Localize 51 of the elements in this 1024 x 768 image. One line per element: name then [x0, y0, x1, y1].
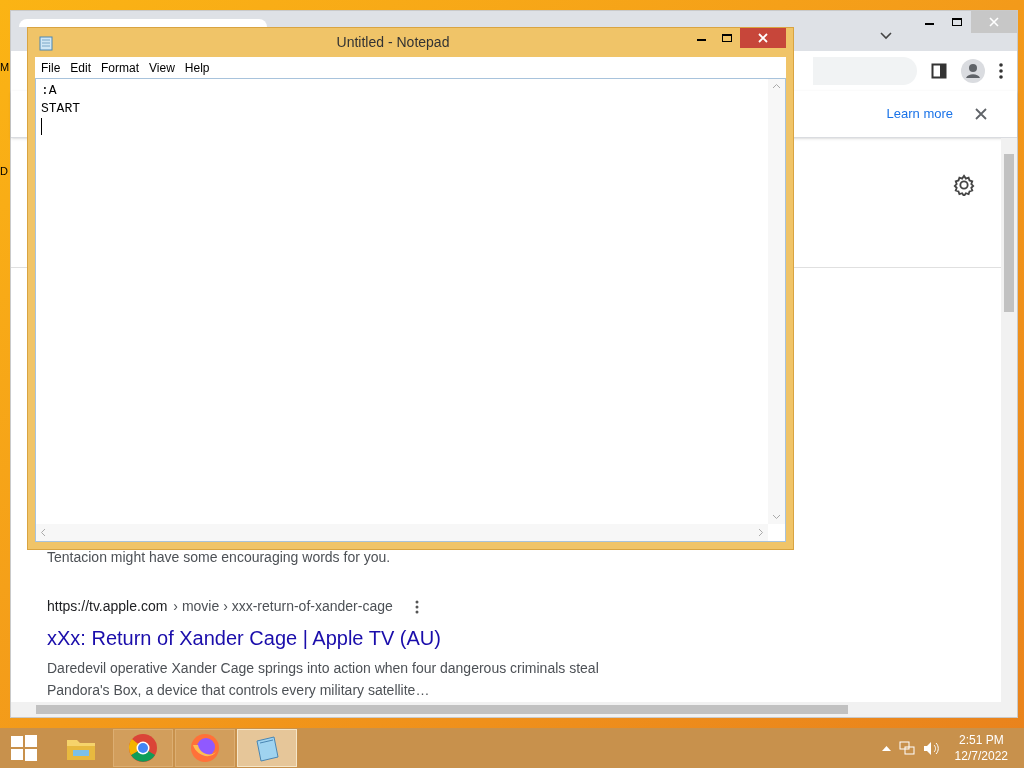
- result-breadcrumb: › movie › xxx-return-of-xander-cage: [173, 597, 393, 616]
- vertical-scrollbar[interactable]: [768, 79, 785, 524]
- windows-icon: [11, 735, 37, 761]
- menu-item[interactable]: View: [145, 58, 179, 77]
- taskbar-app-button[interactable]: [175, 729, 235, 767]
- scrollbar-thumb[interactable]: [1004, 154, 1014, 312]
- firefox-icon: [190, 733, 220, 763]
- profile-icon[interactable]: [961, 59, 985, 83]
- window-title: Untitled - Notepad: [336, 33, 450, 52]
- network-icon[interactable]: [898, 740, 915, 756]
- desktop-icon-label: M: [0, 60, 10, 75]
- settings-icon[interactable]: [953, 174, 975, 196]
- minimize-icon: [696, 39, 706, 41]
- vertical-scrollbar[interactable]: [1001, 138, 1017, 702]
- result-snippet: Tentacion might have some encouraging words for you.: [47, 548, 392, 567]
- more-icon[interactable]: [999, 63, 1003, 79]
- menu-item[interactable]: Help: [180, 58, 214, 77]
- chrome-icon: [128, 733, 158, 763]
- horizontal-scrollbar[interactable]: [11, 702, 1017, 717]
- result-snippet: Daredevil operative Xander Cage springs into action when four dangerous criminals steal Pandora's Box, a device that controls every military satellite…: [47, 659, 600, 700]
- taskbar-app-button[interactable]: [113, 729, 173, 767]
- maximize-icon: [952, 18, 962, 26]
- chevron-right-icon[interactable]: [758, 528, 764, 537]
- menu-item[interactable]: File: [37, 58, 65, 77]
- result-title-link[interactable]: xXx: Return of Xander Cage | Apple TV (AU): [47, 623, 1001, 653]
- menu-item[interactable]: Format: [97, 58, 144, 77]
- chevron-up-icon[interactable]: [772, 83, 781, 89]
- close-button[interactable]: [740, 28, 786, 48]
- close-icon: [989, 17, 999, 27]
- horizontal-scrollbar[interactable]: [36, 524, 768, 541]
- desktop-icon-label: D: [0, 164, 8, 179]
- speaker-icon[interactable]: [922, 740, 939, 756]
- chevron-down-icon[interactable]: [880, 32, 892, 40]
- minimize-icon: [924, 23, 934, 25]
- clock-time: 2:51 PM: [958, 732, 1004, 748]
- close-icon: [758, 33, 768, 43]
- scrollbar-thumb[interactable]: [36, 705, 848, 714]
- clock-date: 12/7/2022: [954, 748, 1008, 764]
- text-line: :A: [41, 82, 57, 100]
- side-panel-icon[interactable]: [931, 63, 947, 79]
- maximize-icon: [722, 34, 732, 42]
- close-icon[interactable]: [975, 108, 987, 120]
- learn-more-link[interactable]: Learn more: [886, 104, 953, 124]
- notepad-icon: [38, 34, 54, 51]
- text-cursor: [41, 118, 42, 135]
- menu-item[interactable]: Edit: [66, 58, 96, 77]
- result-url: https://tv.apple.com: [47, 597, 168, 616]
- chevron-left-icon[interactable]: [40, 528, 46, 537]
- chevron-up-icon[interactable]: [881, 745, 891, 751]
- more-icon[interactable]: [414, 599, 419, 614]
- text-line: START: [41, 100, 80, 118]
